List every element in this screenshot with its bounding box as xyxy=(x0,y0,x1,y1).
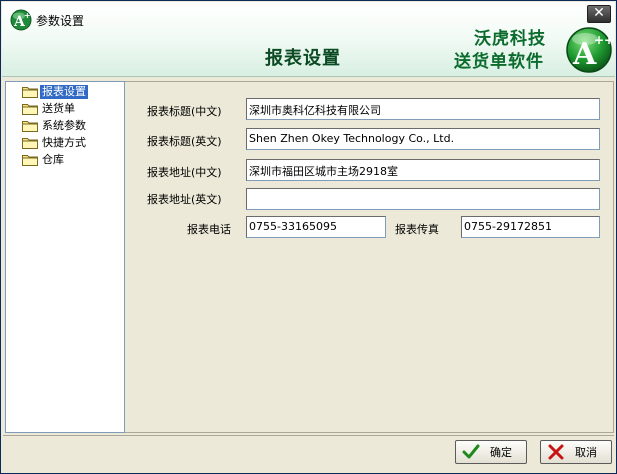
brand-product-name: 送货单软件 xyxy=(454,52,544,72)
address-cn-label: 报表地址(中文) xyxy=(147,166,222,179)
title-cn-label: 报表标题(中文) xyxy=(147,105,222,118)
title-en-input[interactable]: Shen Zhen Okey Technology Co., Ltd. xyxy=(246,128,600,150)
tree-item-shortcuts[interactable]: 快捷方式 xyxy=(22,135,88,150)
brand-logo-icon: A ++ xyxy=(566,27,613,73)
page-title: 报表设置 xyxy=(265,48,341,69)
close-button[interactable]: ✕ xyxy=(587,5,611,23)
title-cn-input[interactable]: 深圳市奥科亿科技有限公司 xyxy=(246,98,600,120)
title-en-label: 报表标题(英文) xyxy=(147,135,222,148)
tree-item-label: 报表设置 xyxy=(40,84,88,99)
checkmark-icon xyxy=(462,444,480,459)
tree-item-delivery-note[interactable]: 送货单 xyxy=(22,101,77,116)
settings-tree: 报表设置 送货单 系统参数 快捷方式 仓库 xyxy=(5,81,125,433)
address-cn-input[interactable]: 深圳市福田区城市主场2918室 xyxy=(246,159,600,181)
tree-item-label: 系统参数 xyxy=(42,118,86,132)
app-logo-icon: A + xyxy=(10,9,32,31)
brand-company-name: 沃虎科技 xyxy=(474,29,546,49)
cancel-button-label: 取消 xyxy=(575,446,597,459)
small-logo-sup: + xyxy=(24,11,31,20)
tree-item-label: 快捷方式 xyxy=(42,135,86,149)
window-title: 参数设置 xyxy=(36,14,85,28)
folder-icon xyxy=(22,154,38,166)
phone-label: 报表电话 xyxy=(187,223,231,236)
footer-divider xyxy=(3,435,614,436)
fax-input[interactable]: 0755-29172851 xyxy=(461,216,600,238)
tree-item-label: 送货单 xyxy=(42,101,75,115)
address-en-input[interactable] xyxy=(246,188,600,210)
folder-icon xyxy=(22,137,38,149)
folder-icon xyxy=(22,103,38,115)
tree-item-label: 仓库 xyxy=(42,152,64,166)
settings-window: A + 参数设置 ✕ 报表设置 沃虎科技 送货单软件 A ++ 报表设置 送货单… xyxy=(0,0,617,474)
report-settings-form: 报表标题(中文) 深圳市奥科亿科技有限公司 报表标题(英文) Shen Zhen… xyxy=(125,81,614,433)
address-en-label: 报表地址(英文) xyxy=(147,193,222,206)
close-x-icon xyxy=(548,444,564,460)
header-banner: A + 参数设置 ✕ 报表设置 沃虎科技 送货单软件 A ++ xyxy=(2,2,615,77)
folder-icon xyxy=(22,120,38,132)
phone-input[interactable]: 0755-33165095 xyxy=(246,216,386,238)
fax-label: 报表传真 xyxy=(395,223,439,236)
ok-button-label: 确定 xyxy=(490,446,512,459)
brand-logo-sup: ++ xyxy=(594,33,613,47)
cancel-button[interactable]: 取消 xyxy=(540,440,612,464)
ok-button[interactable]: 确定 xyxy=(455,440,527,464)
tree-item-warehouse[interactable]: 仓库 xyxy=(22,152,66,167)
tree-item-report-settings[interactable]: 报表设置 xyxy=(22,84,88,99)
tree-item-system-params[interactable]: 系统参数 xyxy=(22,118,88,133)
folder-icon xyxy=(22,86,38,98)
